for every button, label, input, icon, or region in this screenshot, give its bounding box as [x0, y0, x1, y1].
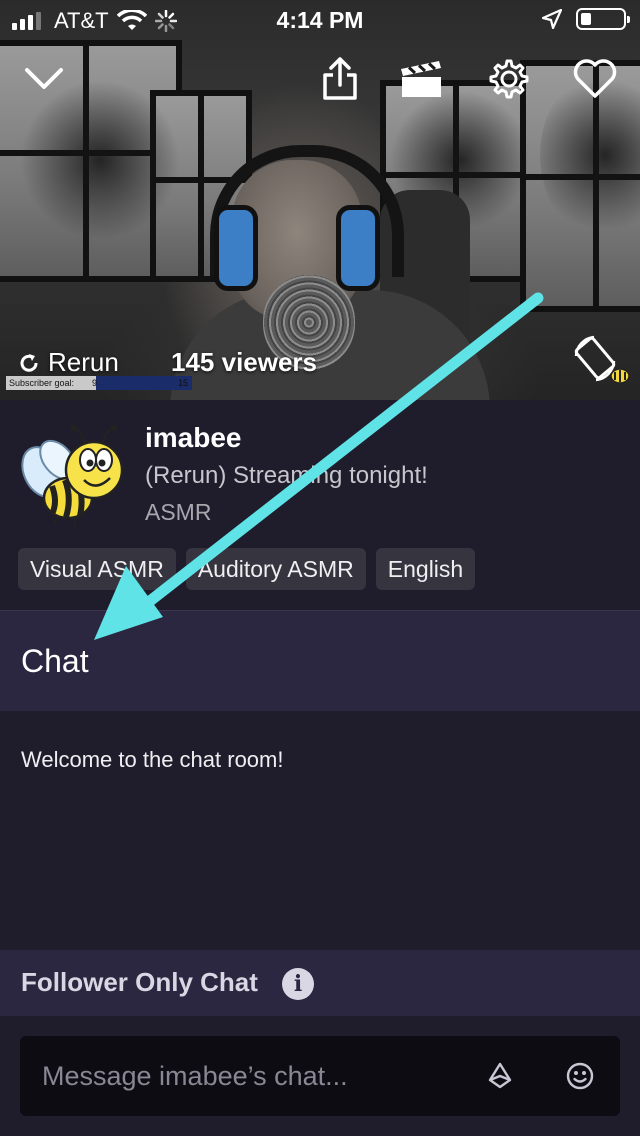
info-icon[interactable]: i: [282, 968, 314, 1000]
video-player[interactable]: AT&T 4:14 PM Rerun 145 viewers Subscribe…: [0, 0, 640, 400]
avatar[interactable]: [18, 420, 130, 530]
chat-composer: [0, 1016, 640, 1136]
chat-welcome-message: Welcome to the chat room!: [21, 747, 284, 772]
subscriber-goal-target: 15: [178, 378, 189, 388]
bee-avatar-icon: [21, 424, 124, 527]
chat-header: Chat: [0, 610, 640, 712]
status-bar: AT&T 4:14 PM: [0, 0, 640, 40]
subscriber-goal-current: 9: [92, 378, 98, 388]
share-icon[interactable]: [317, 56, 363, 102]
replay-icon: [20, 353, 38, 372]
tag-visual-asmr[interactable]: Visual ASMR: [18, 548, 176, 590]
viewer-count: 145 viewers: [171, 347, 318, 377]
subscriber-goal-label: Subscriber goal:: [9, 378, 75, 388]
chat-message-input[interactable]: [20, 1036, 620, 1116]
tag-list: Visual ASMR Auditory ASMR English: [18, 548, 476, 590]
bits-icon[interactable]: [484, 1060, 516, 1092]
stream-title: (Rerun) Streaming tonight!: [145, 462, 428, 489]
heart-icon[interactable]: [572, 56, 618, 102]
settings-gear-icon[interactable]: [484, 56, 530, 102]
headphone-ear-left: [214, 205, 258, 291]
tag-auditory-asmr[interactable]: Auditory ASMR: [185, 548, 366, 590]
background-tree: [20, 80, 180, 240]
clip-icon[interactable]: [398, 56, 444, 102]
chat-messages: Welcome to the chat room!: [0, 711, 640, 950]
follower-only-banner: Follower Only Chat: [0, 950, 640, 1016]
battery-icon: [576, 8, 630, 30]
location-arrow-icon: [542, 9, 562, 29]
headphone-ear-right: [336, 205, 380, 291]
emoji-icon[interactable]: [564, 1060, 596, 1092]
subscriber-goal-overlay: Subscriber goal: 9 15: [6, 376, 192, 390]
chevron-down-icon[interactable]: [21, 56, 67, 102]
tag-english[interactable]: English: [375, 548, 476, 590]
stream-category[interactable]: ASMR: [145, 499, 211, 526]
rotate-screen-icon[interactable]: [572, 334, 632, 386]
rerun-indicator: Rerun: [18, 347, 119, 378]
channel-info: imabee (Rerun) Streaming tonight! ASMR V…: [0, 400, 640, 610]
rerun-label: Rerun: [48, 347, 119, 377]
channel-name[interactable]: imabee: [145, 422, 242, 454]
follower-only-label: Follower Only Chat: [21, 967, 258, 997]
chat-title: Chat: [21, 643, 89, 679]
